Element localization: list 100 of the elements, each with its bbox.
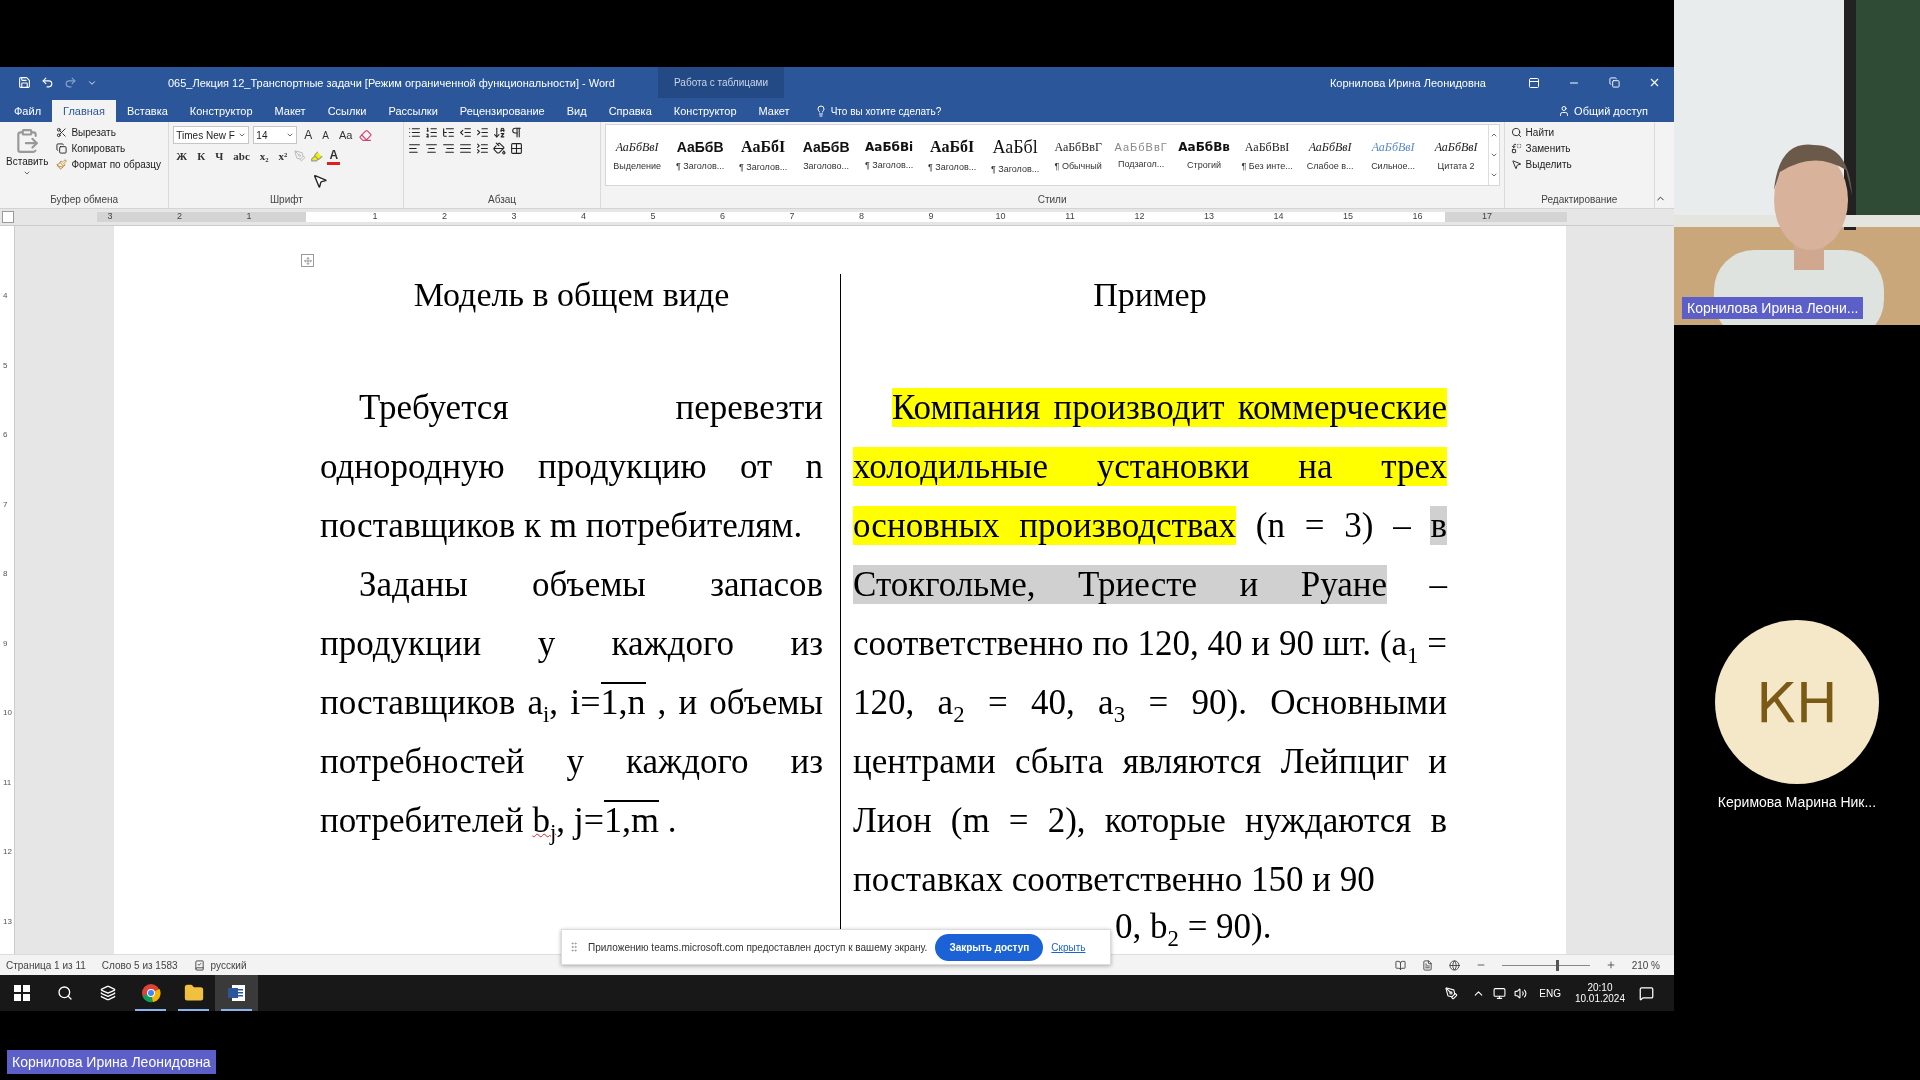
style-item[interactable]: АаБбВвІ Слабое в... [1298, 125, 1362, 185]
person-icon [1558, 105, 1571, 117]
hide-link[interactable]: Скрыть [1051, 941, 1086, 953]
table-move-icon[interactable] [301, 254, 314, 267]
style-item[interactable]: АаБбВв Строгий [1172, 125, 1236, 185]
participant-name: Керимова Марина Ник... [1717, 794, 1877, 810]
proofing-icon [193, 959, 205, 971]
ribbon-tab[interactable]: Рассылки [377, 100, 449, 122]
print-layout-icon [1421, 959, 1433, 971]
style-item[interactable]: АаБбІ ¶ Заголов... [920, 125, 984, 185]
editing-button[interactable]: Найти [1508, 126, 1574, 139]
style-item[interactable]: АаБбВвГ Подзагол... [1109, 125, 1173, 185]
notification-text: Приложению teams.microsoft.com предоставлен доступ к вашему экрану. [588, 941, 928, 953]
font-size-field[interactable]: 14 [253, 126, 298, 144]
page-count[interactable]: Страница 1 из 11 [6, 959, 86, 971]
format-button[interactable]: Ж [173, 147, 191, 165]
web-layout-icon [1448, 959, 1460, 971]
format-button[interactable]: Ч [212, 147, 227, 165]
ribbon-tab[interactable]: Ссылки [316, 100, 378, 122]
format-button[interactable]: x₂ [256, 147, 272, 165]
stop-sharing-button[interactable]: Закрыть доступ [935, 933, 1044, 961]
clock-time[interactable]: 20:10 [1587, 982, 1613, 993]
style-item[interactable]: АаБбВвІ Сильное... [1361, 125, 1425, 185]
grow-font-button[interactable]: A [301, 126, 316, 144]
pointer-icon [1510, 159, 1522, 170]
redo-icon [64, 76, 77, 89]
style-item[interactable]: АаБбВвГ ¶ Обычный [1046, 125, 1110, 185]
ruler-number: 8 [859, 211, 864, 221]
copy-icon [56, 143, 68, 154]
replace-icon [1510, 143, 1522, 154]
style-item[interactable]: АаБбВвІ Цитата 2 [1424, 125, 1488, 185]
ruler-number: 11 [1065, 211, 1075, 221]
ribbon-tab[interactable]: Рецензирование [448, 100, 556, 122]
style-item[interactable]: АаБбІ ¶ Заголов... [731, 125, 795, 185]
share-button[interactable]: Общий доступ [1552, 100, 1654, 122]
ribbon-tab[interactable]: Файл [3, 100, 53, 122]
paragraph: Требуется перевезти однородную продукцию от n поставщиков к m потребителям. [320, 387, 823, 547]
clipboard-button[interactable]: Вырезать [54, 126, 164, 139]
shading-icon [493, 142, 507, 155]
shrink-font-button[interactable]: A [319, 126, 332, 144]
zoom-thumb[interactable] [1556, 959, 1560, 971]
clipboard-icon [14, 128, 41, 154]
paste-button[interactable]: Вставить [4, 126, 51, 194]
input-language[interactable]: ENG [1539, 987, 1561, 999]
ribbon-tab[interactable]: Вставка [115, 100, 179, 122]
ruler-number: 14 [1273, 211, 1284, 221]
tab-selector[interactable] [2, 211, 14, 223]
ribbon-tab[interactable]: Конструктор [178, 100, 264, 122]
pen-icon [1445, 986, 1459, 1000]
change-case-button[interactable]: Aa [336, 126, 356, 144]
format-button[interactable]: К [194, 147, 209, 165]
paragraph: Компания производит коммерческие холодильные установки на трех основных производствах (n = 3) – в Стокгольме, Триесте и Руане – соответственно по 120, 40 и 90 шт. (a$_{1}$ = 120, a$_{2}$ = 40, a$_{3}$ = 90). Основными центрами сбыта являются Лейпциг и Лион (m = 2), которые нуждаются в поставках соответственно 150 и 90 [853, 387, 1447, 901]
bullets-icon [408, 126, 422, 139]
ruler-number: 2 [442, 211, 447, 221]
caret-icon [23, 169, 32, 177]
ribbon-display-icon [1528, 76, 1540, 89]
ribbon-tab[interactable]: Справка [597, 100, 663, 122]
tell-me-button[interactable]: Что вы хотите сделать? [808, 100, 948, 122]
ribbon-tab[interactable]: Макет [263, 100, 317, 122]
restore-icon [1608, 77, 1620, 88]
group-label: Шрифт [268, 194, 304, 207]
ribbon-tab[interactable]: Вид [555, 100, 598, 122]
ruler-number: 17 [1482, 211, 1492, 221]
word-count[interactable]: Слово 5 из 1583 [101, 959, 178, 971]
ribbon-tab[interactable]: Макет [747, 100, 801, 122]
group-label: Абзац [486, 194, 518, 207]
ruler-number: 2 [177, 211, 182, 221]
style-item[interactable]: АаБбВвІ Выделение [605, 125, 669, 185]
zoom-level[interactable]: 210 % [1631, 959, 1660, 971]
editing-button[interactable]: Заменить [1508, 142, 1574, 155]
document-app-icon [226, 983, 247, 1003]
numbering-icon [425, 126, 439, 139]
font-color-button[interactable]: A [327, 147, 341, 165]
ribbon-tab[interactable]: Главная [52, 100, 116, 122]
style-item[interactable]: АаБбВ ¶ Заголов... [668, 125, 732, 185]
format-button[interactable]: x² [275, 147, 291, 165]
style-item[interactable]: АаБбl ¶ Заголов... [983, 125, 1047, 185]
participant-name-tag: Корнилова Ирина Леони... [1682, 297, 1864, 319]
align-left-icon [408, 142, 422, 155]
clock-date[interactable]: 10.01.2024 [1574, 993, 1625, 1004]
clipboard-button[interactable]: Формат по образцу [54, 158, 164, 171]
language-label[interactable]: русский [210, 959, 247, 971]
presenter-name-tag: Корнилова Ирина Леонидовна [7, 1050, 216, 1074]
vertical-ruler: 4 5 6 7 8 9 10 11 12 13 [0, 226, 15, 954]
caret-icon [286, 131, 295, 139]
ruler-number: 1 [246, 211, 252, 221]
taskbar-app[interactable] [215, 975, 258, 1011]
style-item[interactable]: АаБбВі ¶ Заголов... [857, 125, 921, 185]
ruler-number: 10 [995, 211, 1006, 221]
format-button[interactable]: abc [230, 147, 253, 165]
browser-icon [140, 983, 161, 1003]
clipboard-button[interactable]: Копировать [54, 142, 164, 155]
ruler-number: 3 [511, 211, 517, 221]
style-item[interactable]: АаБбВ Заголово... [794, 125, 858, 185]
editing-button[interactable]: Выделить [1508, 158, 1574, 171]
font-name-field[interactable]: Times New F [173, 126, 250, 144]
network-icon [1493, 986, 1507, 1000]
ribbon-tab[interactable]: Конструктор [662, 100, 748, 122]
style-item[interactable]: АаБбВвІ ¶ Без инте... [1235, 125, 1299, 185]
ruler-number: 9 [928, 211, 934, 221]
